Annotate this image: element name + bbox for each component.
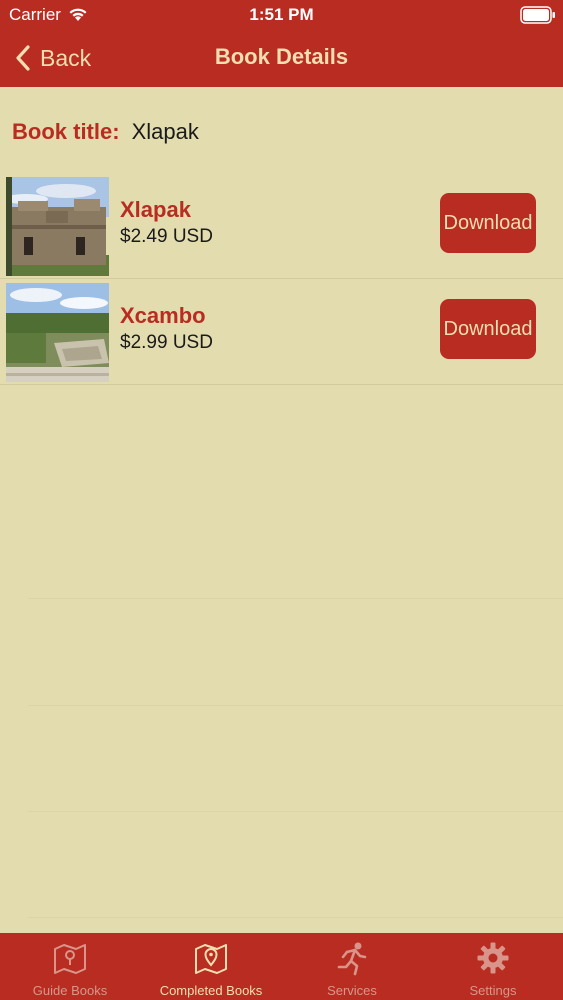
list-item: Xcambo $2.99 USD Download xyxy=(0,279,563,385)
book-name: Xcambo xyxy=(120,303,206,328)
header: Carrier 1:51 PM Back Book Details xyxy=(0,0,563,87)
tab-bar: Guide Books Completed Books Services Set… xyxy=(0,933,563,1000)
empty-row-separator xyxy=(28,917,563,918)
book-title-label: Book title: xyxy=(12,119,120,144)
tab-completed-books[interactable]: Completed Books xyxy=(141,933,281,1000)
book-price: $2.49 USD xyxy=(120,226,213,247)
ruins-pyramid-photo xyxy=(6,283,109,382)
page-title: Book Details xyxy=(214,44,349,69)
status-bar: Carrier 1:51 PM xyxy=(0,0,563,30)
gear-icon xyxy=(477,942,509,974)
empty-row-separator xyxy=(28,811,563,812)
book-name: Xlapak xyxy=(120,197,191,222)
status-time: 1:51 PM xyxy=(249,5,314,24)
running-person-icon xyxy=(337,942,367,976)
tab-label: Services xyxy=(327,983,377,998)
tab-label: Settings xyxy=(469,983,517,998)
book-title-row: Book title: Xlapak xyxy=(12,117,199,147)
battery-icon xyxy=(520,6,555,24)
download-button[interactable]: Download xyxy=(440,299,536,359)
map-pin-icon xyxy=(195,944,227,974)
tab-label: Completed Books xyxy=(159,983,263,998)
map-icon xyxy=(54,944,86,974)
tab-settings[interactable]: Settings xyxy=(423,933,563,1000)
tab-label: Guide Books xyxy=(32,983,108,998)
book-price: $2.99 USD xyxy=(120,332,213,353)
navigation-bar: Back Book Details xyxy=(0,30,563,87)
book-title-value: Xlapak xyxy=(131,119,199,144)
tab-services[interactable]: Services xyxy=(282,933,422,1000)
empty-row-separator xyxy=(28,598,563,599)
ruins-building-photo xyxy=(6,177,109,276)
download-button[interactable]: Download xyxy=(440,193,536,253)
tab-guide-books[interactable]: Guide Books xyxy=(0,933,140,1000)
empty-row-separator xyxy=(28,705,563,706)
list-item: Xlapak $2.49 USD Download xyxy=(0,173,563,279)
